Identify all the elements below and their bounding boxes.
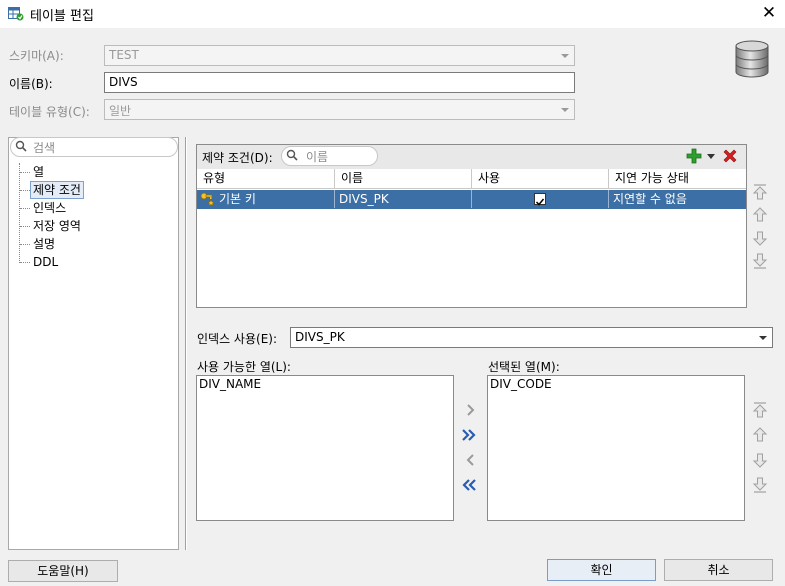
- nav-search-placeholder: 검색: [33, 141, 56, 155]
- cell-enabled: [472, 190, 609, 208]
- table-type-select: 일반: [104, 99, 575, 120]
- double-chevron-right-icon: [462, 429, 476, 441]
- remove-one-button[interactable]: [462, 452, 480, 468]
- schema-value: TEST: [109, 48, 139, 62]
- index-label: 인덱스 사용(E):: [197, 332, 278, 346]
- chevron-right-icon: [467, 404, 475, 416]
- close-icon: ✕: [761, 3, 777, 23]
- move-to-bottom-icon: [752, 477, 768, 493]
- nav-item-columns[interactable]: 열: [31, 163, 46, 181]
- primary-key-icon: [200, 192, 215, 206]
- remove-all-button[interactable]: [460, 477, 478, 493]
- close-button[interactable]: ✕: [758, 3, 780, 25]
- selected-columns-list[interactable]: DIV_CODE: [487, 375, 745, 521]
- checkmark-icon: [535, 198, 545, 206]
- constraints-filter-placeholder: 이름: [306, 150, 329, 164]
- column-move-bottom-button[interactable]: [751, 476, 769, 494]
- move-down-button[interactable]: [751, 229, 769, 247]
- table-app-icon: [8, 7, 24, 21]
- nav-item-comment[interactable]: 설명: [31, 235, 57, 253]
- column-move-up-button[interactable]: [751, 426, 769, 444]
- move-up-button[interactable]: [751, 206, 769, 224]
- selected-columns-label: 선택된 열(M):: [488, 360, 560, 374]
- table-type-value: 일반: [109, 104, 132, 118]
- arrow-up-icon: [752, 207, 768, 222]
- chevron-down-icon: [759, 336, 767, 340]
- available-columns-label: 사용 가능한 열(L):: [197, 360, 291, 374]
- window-title: 테이블 편집: [30, 9, 94, 24]
- schema-select: TEST: [104, 45, 575, 66]
- move-to-top-icon: [752, 184, 768, 200]
- nav-item-storage[interactable]: 저장 영역: [31, 217, 83, 235]
- double-chevron-left-icon: [462, 479, 476, 491]
- col-header-deferrable[interactable]: 지연 가능 상태: [609, 169, 746, 189]
- help-button[interactable]: 도움말(H): [8, 560, 118, 582]
- cell-name: DIVS_PK: [335, 190, 472, 208]
- chevron-down-icon: [561, 54, 569, 58]
- cell-type: 기본 키: [197, 190, 335, 208]
- cell-deferrable: 지연할 수 없음: [613, 192, 687, 206]
- col-header-name[interactable]: 이름: [335, 169, 472, 189]
- arrow-down-icon: [752, 231, 768, 246]
- column-move-down-button[interactable]: [751, 451, 769, 469]
- nav-search-input[interactable]: 검색: [10, 137, 178, 157]
- list-item[interactable]: DIV_CODE: [488, 376, 744, 392]
- title-bar: [0, 0, 785, 28]
- move-top-button[interactable]: [751, 183, 769, 201]
- ok-button[interactable]: 확인: [547, 559, 656, 581]
- constraints-toolbar: [197, 145, 746, 169]
- index-value: DIVS_PK: [295, 330, 345, 344]
- add-all-button[interactable]: [460, 427, 478, 443]
- chevron-down-icon: [561, 108, 569, 112]
- col-header-enabled[interactable]: 사용: [472, 169, 609, 189]
- constraints-filter-input[interactable]: 이름: [281, 146, 378, 166]
- schema-label: 스키마(A):: [9, 49, 64, 63]
- available-columns-list[interactable]: DIV_NAME: [196, 375, 454, 521]
- add-one-button[interactable]: [462, 402, 480, 418]
- search-icon: [286, 149, 298, 161]
- delete-x-icon: [723, 149, 737, 163]
- name-input[interactable]: DIVS: [104, 72, 575, 93]
- move-to-top-icon: [752, 402, 768, 418]
- arrow-down-icon: [752, 453, 768, 468]
- move-to-bottom-icon: [752, 253, 768, 269]
- constraints-label: 제약 조건(D):: [202, 151, 273, 165]
- add-menu-chevron-icon[interactable]: [707, 154, 715, 159]
- cancel-button[interactable]: 취소: [664, 559, 773, 581]
- search-icon: [15, 140, 27, 152]
- table-row[interactable]: 기본 키 DIVS_PK 지연할 수 없음: [197, 190, 746, 209]
- arrow-up-icon: [752, 427, 768, 442]
- col-header-type[interactable]: 유형: [197, 169, 335, 189]
- chevron-left-icon: [466, 454, 474, 466]
- name-label: 이름(B):: [9, 77, 53, 91]
- nav-item-constraints[interactable]: 제약 조건: [30, 181, 84, 199]
- tree-connector: [19, 163, 20, 263]
- plus-icon: [686, 148, 702, 164]
- move-bottom-button[interactable]: [751, 252, 769, 270]
- panel-splitter[interactable]: [185, 137, 187, 550]
- list-item[interactable]: DIV_NAME: [197, 376, 453, 392]
- index-select[interactable]: DIVS_PK: [290, 327, 773, 348]
- nav-item-ddl[interactable]: DDL: [31, 253, 60, 271]
- delete-constraint-button[interactable]: [722, 148, 738, 164]
- enabled-checkbox[interactable]: [534, 193, 546, 206]
- nav-item-indexes[interactable]: 인덱스: [31, 199, 68, 217]
- name-value: DIVS: [109, 75, 138, 89]
- column-move-top-button[interactable]: [751, 401, 769, 419]
- cell-type-label: 기본 키: [219, 192, 256, 206]
- table-type-label: 테이블 유형(C):: [9, 105, 90, 119]
- add-constraint-button[interactable]: [686, 148, 702, 164]
- database-icon: [734, 40, 770, 78]
